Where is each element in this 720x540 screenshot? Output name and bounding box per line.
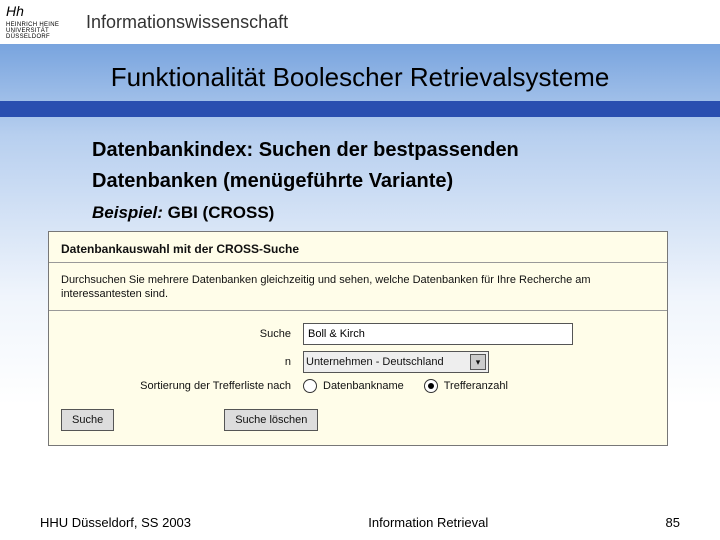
radio-dbname-label: Datenbankname <box>323 380 404 392</box>
subheading-line2: Datenbanken (menügeführte Variante) <box>92 170 650 193</box>
select-value: Unternehmen - Deutschland <box>306 356 444 368</box>
example-label: Beispiel: <box>92 203 163 222</box>
row-search: Suche <box>61 323 655 345</box>
clear-button[interactable]: Suche löschen <box>224 409 318 431</box>
embedded-screenshot: Datenbankauswahl mit der CROSS-Suche Dur… <box>48 231 668 446</box>
search-input[interactable] <box>303 323 573 345</box>
label-in: n <box>61 356 303 368</box>
radio-icon <box>424 379 438 393</box>
title-area: Funktionalität Boolescher Retrievalsyste… <box>0 62 720 93</box>
radio-dbname[interactable]: Datenbankname <box>303 379 404 393</box>
search-form: Suche n Unternehmen - Deutschland ▾ Sort… <box>49 311 667 445</box>
row-sort: Sortierung der Trefferliste nach Datenba… <box>61 379 655 393</box>
database-select[interactable]: Unternehmen - Deutschland ▾ <box>303 351 489 373</box>
chevron-down-icon: ▾ <box>470 354 486 370</box>
subheading-line1: Datenbankindex: Suchen der bestpassenden <box>92 139 650 162</box>
radio-hits[interactable]: Trefferanzahl <box>424 379 508 393</box>
logo-small-text: HEINRICH HEINE UNIVERSITÄT DÜSSELDORF <box>6 22 76 40</box>
footer-center: Information Retrieval <box>368 515 488 530</box>
shot-paragraph: Durchsuchen Sie mehrere Datenbanken glei… <box>49 263 667 310</box>
radio-hits-label: Trefferanzahl <box>444 380 508 392</box>
title-underline-bar <box>0 101 720 117</box>
slide-footer: HHU Düsseldorf, SS 2003 Information Retr… <box>0 515 720 530</box>
logo-script: Hh <box>6 4 24 18</box>
university-logo: Hh HEINRICH HEINE UNIVERSITÄT DÜSSELDORF <box>6 4 76 40</box>
example-line: Beispiel: GBI (CROSS) <box>92 203 650 223</box>
label-sort: Sortierung der Trefferliste nach <box>61 380 303 392</box>
example-value: GBI (CROSS) <box>168 203 275 222</box>
radio-icon <box>303 379 317 393</box>
department-name: Informationswissenschaft <box>86 12 288 33</box>
footer-right: 85 <box>666 515 680 530</box>
slide-title: Funktionalität Boolescher Retrievalsyste… <box>111 62 610 93</box>
button-row: Suche Suche löschen <box>61 399 655 431</box>
slide-header: Hh HEINRICH HEINE UNIVERSITÄT DÜSSELDORF… <box>0 0 720 44</box>
slide-content: Datenbankindex: Suchen der bestpassenden… <box>0 117 720 446</box>
shot-section-title: Datenbankauswahl mit der CROSS-Suche <box>49 232 667 262</box>
row-in: n Unternehmen - Deutschland ▾ <box>61 351 655 373</box>
search-button[interactable]: Suche <box>61 409 114 431</box>
footer-left: HHU Düsseldorf, SS 2003 <box>40 515 191 530</box>
label-search: Suche <box>61 328 303 340</box>
